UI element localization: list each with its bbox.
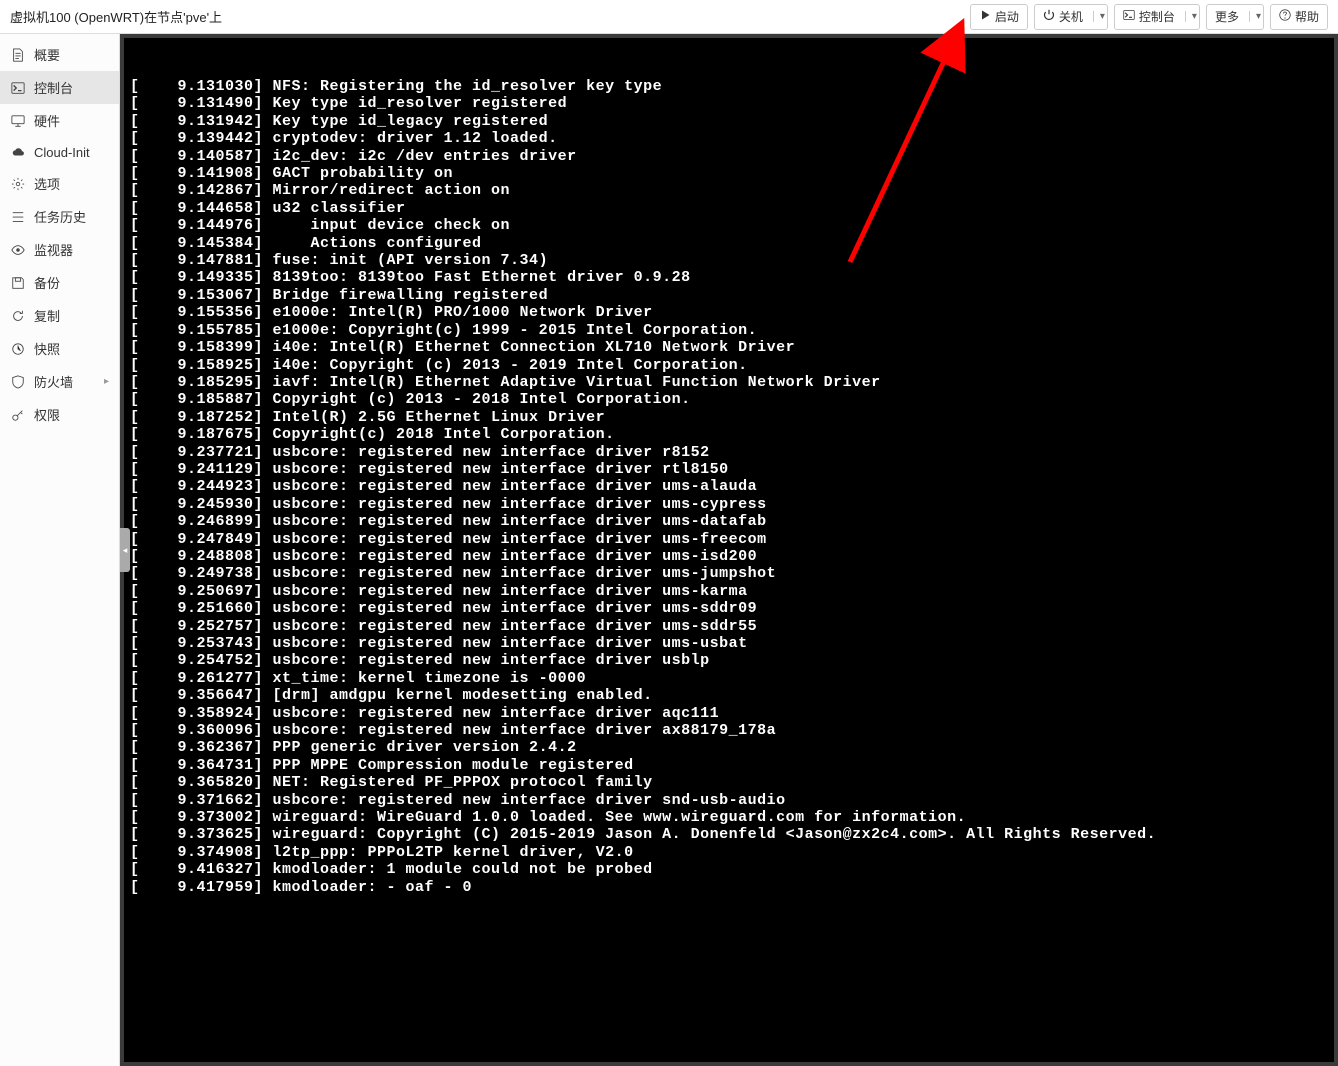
- sidebar-collapse-handle[interactable]: ◂: [120, 528, 130, 572]
- more-button[interactable]: 更多 ▾: [1206, 4, 1264, 30]
- sidebar-item-label: 权限: [34, 405, 60, 424]
- terminal-icon: [10, 80, 26, 96]
- sidebar-item-label: 概要: [34, 45, 60, 64]
- sidebar-item-options[interactable]: 选项: [0, 167, 119, 200]
- header-bar: 虚拟机100 (OpenWRT)在节点'pve'上 启动 关机 ▾ 控制台 ▾ …: [0, 0, 1338, 34]
- sidebar-item-label: 复制: [34, 306, 60, 325]
- power-icon: [1043, 9, 1055, 24]
- sidebar-item-backup[interactable]: 备份: [0, 266, 119, 299]
- sidebar-item-monitor[interactable]: 监视器: [0, 233, 119, 266]
- vm-console[interactable]: [ 9.131030] NFS: Registering the id_reso…: [124, 38, 1334, 1062]
- shield-icon: [10, 374, 26, 390]
- sidebar-item-label: 硬件: [34, 111, 60, 130]
- header-actions: 启动 关机 ▾ 控制台 ▾ 更多 ▾ 帮助: [970, 4, 1328, 30]
- sidebar-item-label: 监视器: [34, 240, 73, 259]
- shutdown-button[interactable]: 关机 ▾: [1034, 4, 1108, 30]
- cloud-icon: [10, 144, 26, 160]
- sidebar-item-summary[interactable]: 概要: [0, 38, 119, 71]
- list-icon: [10, 209, 26, 225]
- doc-icon: [10, 47, 26, 63]
- terminal-icon: [1123, 9, 1135, 24]
- sidebar: 概要控制台硬件 Cloud-Init 选项任务历史监视器备份复制快照防火墙 ▸ 权限: [0, 34, 120, 1066]
- sidebar-item-label: 快照: [34, 339, 60, 358]
- sidebar-item-hardware[interactable]: 硬件: [0, 104, 119, 137]
- sidebar-item-label: 防火墙: [34, 372, 73, 391]
- chevron-down-icon[interactable]: ▾: [1093, 11, 1105, 22]
- sidebar-item-label: 控制台: [34, 78, 73, 97]
- start-button-label: 启动: [995, 8, 1019, 25]
- sidebar-item-label: 备份: [34, 273, 60, 292]
- help-button[interactable]: 帮助: [1270, 4, 1328, 30]
- more-button-label: 更多: [1215, 8, 1239, 25]
- help-icon: [1279, 9, 1291, 24]
- sidebar-item-console[interactable]: 控制台: [0, 71, 119, 104]
- gear-icon: [10, 176, 26, 192]
- sidebar-item-label: 选项: [34, 174, 60, 193]
- sidebar-item-firewall[interactable]: 防火墙 ▸: [0, 365, 119, 398]
- console-button-label: 控制台: [1139, 8, 1175, 25]
- key-icon: [10, 407, 26, 423]
- chevron-down-icon[interactable]: ▾: [1249, 11, 1261, 22]
- console-button[interactable]: 控制台 ▾: [1114, 4, 1200, 30]
- sidebar-item-cloudinit[interactable]: Cloud-Init: [0, 137, 119, 167]
- eye-icon: [10, 242, 26, 258]
- help-button-label: 帮助: [1295, 8, 1319, 25]
- sidebar-item-label: 任务历史: [34, 207, 86, 226]
- content-area: ◂ [ 9.131030] NFS: Registering the id_re…: [120, 34, 1338, 1066]
- start-button[interactable]: 启动: [970, 4, 1028, 30]
- main-area: 概要控制台硬件 Cloud-Init 选项任务历史监视器备份复制快照防火墙 ▸ 权限 ◂…: [0, 34, 1338, 1066]
- chevron-down-icon[interactable]: ▾: [1185, 11, 1197, 22]
- page-title: 虚拟机100 (OpenWRT)在节点'pve'上: [10, 7, 222, 26]
- save-icon: [10, 275, 26, 291]
- monitor-icon: [10, 113, 26, 129]
- refresh-icon: [10, 308, 26, 324]
- sidebar-item-permissions[interactable]: 权限: [0, 398, 119, 431]
- chevron-right-icon: ▸: [104, 376, 109, 387]
- sidebar-item-taskhistory[interactable]: 任务历史: [0, 200, 119, 233]
- play-icon: [979, 9, 991, 24]
- sidebar-item-label: Cloud-Init: [34, 145, 90, 160]
- shutdown-button-label: 关机: [1059, 8, 1083, 25]
- sidebar-item-replication[interactable]: 复制: [0, 299, 119, 332]
- history-icon: [10, 341, 26, 357]
- sidebar-item-snapshot[interactable]: 快照: [0, 332, 119, 365]
